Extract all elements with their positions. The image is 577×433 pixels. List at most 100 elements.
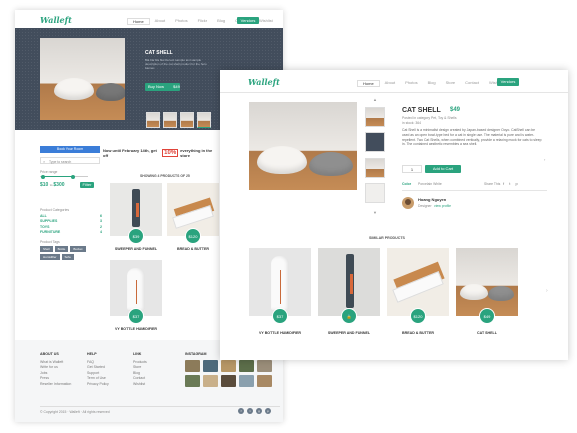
hero-buy-label: Buy Now <box>148 84 165 89</box>
twitter-icon[interactable]: t <box>247 408 253 414</box>
tag-chip[interactable]: Humidifier <box>40 254 60 260</box>
product-name: BREAD & BUTTER <box>177 247 209 251</box>
nav-item-photos[interactable]: Photos <box>400 80 422 87</box>
hero-thumb-1[interactable] <box>146 112 160 128</box>
hero-description: Bla bla bla bla bla text sample text sam… <box>145 58 207 70</box>
facebook-icon[interactable]: f <box>238 408 244 414</box>
product-image <box>318 248 380 316</box>
product-name: VY BOTTLE HUMIDIFIER <box>114 327 158 331</box>
hero-product-image <box>40 38 125 120</box>
nav-item-about[interactable]: About <box>150 18 170 25</box>
chevron-right-icon[interactable]: › <box>546 288 548 294</box>
tag-chip[interactable]: Bucket <box>70 246 86 252</box>
product-image <box>249 248 311 316</box>
hero-thumb-2[interactable] <box>163 112 177 128</box>
instagram-photo[interactable] <box>257 375 272 387</box>
footer-col-link: LINK Products Store Blog Contact Wishlis… <box>133 352 147 388</box>
instagram-photo[interactable] <box>239 360 254 372</box>
pinterest-icon[interactable]: p <box>265 408 271 414</box>
similar-product-card[interactable]: $49 CAT SHELL <box>456 248 518 338</box>
category-item[interactable]: FURNITURE 4 <box>40 230 102 235</box>
product-thumb-3[interactable] <box>365 158 385 178</box>
vendors-button[interactable]: Vendors <box>237 17 259 24</box>
nav-item-store[interactable]: Store <box>441 80 461 87</box>
price-slider-handle-max[interactable] <box>71 174 75 179</box>
nav-item-flickr[interactable]: Flickr <box>193 18 213 25</box>
promo-percent: 10% <box>162 149 179 157</box>
instagram-photo[interactable] <box>221 375 236 387</box>
copyright: © Copyright 2015 · Walleft · All rights … <box>40 410 110 414</box>
vendors-button[interactable]: Vendors <box>497 78 519 86</box>
filter-button[interactable]: Filter <box>80 182 94 188</box>
seller-name[interactable]: Hoang Nguyen <box>418 197 446 202</box>
instagram-photo[interactable] <box>203 375 218 387</box>
footer-link[interactable]: Term of Use <box>87 376 109 382</box>
price-badge: $39 <box>128 228 144 244</box>
product-thumb-4[interactable] <box>365 183 385 203</box>
footer-link[interactable]: Reseller Information <box>40 382 71 388</box>
chevron-right-icon[interactable]: › <box>544 157 545 162</box>
price-badge: 🔒 <box>341 308 357 324</box>
similar-product-card[interactable]: $120 BREAD & BUTTER <box>387 248 449 338</box>
nav-item-about[interactable]: About <box>380 80 400 87</box>
hero-buy-button[interactable]: Buy Now $49 <box>145 83 180 91</box>
product-thumb-1[interactable] <box>365 107 385 127</box>
instagram-photo[interactable] <box>185 375 200 387</box>
price-badge: $49 <box>479 308 495 324</box>
nav-item-home[interactable]: Home <box>127 18 150 25</box>
hero-thumb-4[interactable] <box>197 112 211 128</box>
nav-item-blog[interactable]: Blog <box>212 18 230 25</box>
price-slider-handle-min[interactable] <box>41 174 45 179</box>
product-thumb-2[interactable] <box>365 132 385 152</box>
nav-item-contact[interactable]: Contact <box>460 80 484 87</box>
nav-item-blog[interactable]: Blog <box>423 80 441 87</box>
instagram-photo[interactable] <box>185 360 200 372</box>
info-divider <box>402 190 547 191</box>
similar-product-card[interactable]: 🔒 SWEEPER AND FUNNEL <box>318 248 380 338</box>
sidebar-search[interactable]: ⌕ Type to search <box>40 157 100 164</box>
tag-chip[interactable]: Bottle <box>54 246 69 252</box>
product-card[interactable]: $120 BREAD & BUTTER <box>167 183 219 253</box>
instagram-photo[interactable] <box>221 360 236 372</box>
product-title: CAT SHELL <box>402 107 441 114</box>
avatar[interactable] <box>402 197 414 209</box>
instagram-photo[interactable] <box>203 360 218 372</box>
product-main-image[interactable] <box>249 102 357 190</box>
product-name: VY BOTTLE HUMIDIFIER <box>258 331 302 335</box>
instagram-photo[interactable] <box>239 375 254 387</box>
product-name: SWEEPER AND FUNNEL <box>114 247 158 251</box>
search-input[interactable]: Type to search <box>49 160 71 164</box>
footer-col-about: ABOUT US What is Walleft Write for us Jo… <box>40 352 72 388</box>
book-room-button[interactable]: Book Your Room <box>40 146 100 153</box>
google-plus-icon[interactable]: g <box>256 408 262 414</box>
nav-item-home[interactable]: Home <box>357 80 380 87</box>
product-card[interactable]: $39 SWEEPER AND FUNNEL <box>110 183 162 253</box>
product-card[interactable]: $37 VY BOTTLE HUMIDIFIER <box>110 260 162 332</box>
thumb-up-arrow-icon[interactable]: ▲ <box>373 97 377 102</box>
hero-thumb-3[interactable] <box>180 112 194 128</box>
tag-chip[interactable]: Sofa <box>61 254 74 260</box>
footer-link[interactable]: Privacy Policy <box>87 382 109 388</box>
nav-item-photos[interactable]: Photos <box>170 18 192 25</box>
footer-link[interactable]: Contact <box>133 376 147 382</box>
thumb-down-arrow-icon[interactable]: ▼ <box>373 210 377 215</box>
share-icons[interactable]: f t p <box>503 181 520 186</box>
similar-product-card[interactable]: $37 VY BOTTLE HUMIDIFIER <box>249 248 311 338</box>
tag-chip[interactable]: Shell <box>40 246 53 252</box>
logo[interactable]: Walleft <box>248 77 280 87</box>
logo[interactable]: Walleft <box>40 15 72 25</box>
product-detail-window: Walleft Home About Photos Blog Store Con… <box>220 70 568 360</box>
footer-link[interactable]: Wishlist <box>133 382 147 388</box>
price-range-values: $10 to $300 <box>40 182 65 188</box>
seller-profile-link[interactable]: view profile <box>434 204 451 208</box>
lock-icon: 🔒 <box>346 314 352 319</box>
add-to-cart-button[interactable]: Add to Cart <box>425 165 461 173</box>
product-price: $49 <box>450 107 461 113</box>
instagram-photo[interactable] <box>257 360 272 372</box>
instagram-title: INSTAGRAM <box>185 352 207 356</box>
seller-role: Designer <box>418 204 432 208</box>
quantity-input[interactable]: 1 <box>402 165 422 173</box>
hero-price: $49 <box>173 84 180 89</box>
color-value[interactable]: Porcelain White <box>418 182 442 186</box>
promo-text: Now until February 14th, get off <box>103 148 157 158</box>
